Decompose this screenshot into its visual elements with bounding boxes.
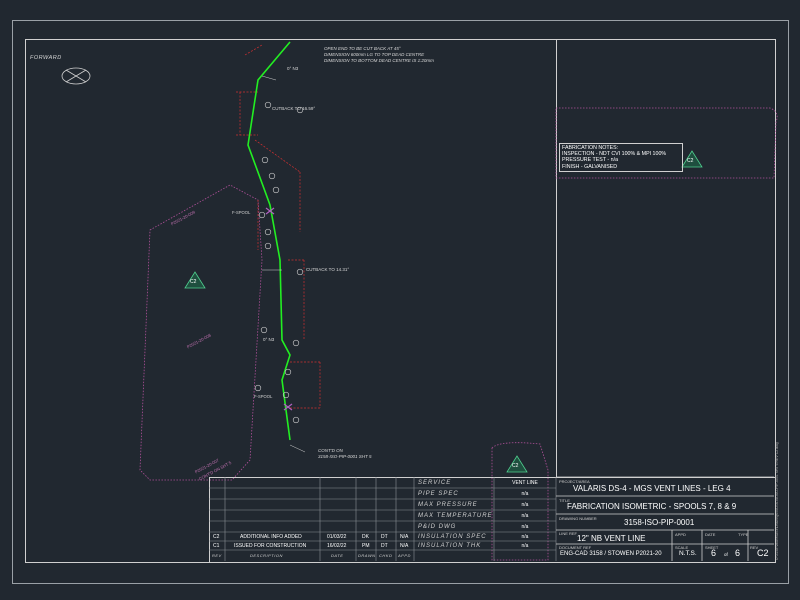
service-label-pipe-spec: PIPE SPEC	[418, 491, 459, 497]
service-value-insulation-thk: n/a	[521, 543, 529, 549]
rev-row-1-chkd: DT	[381, 534, 388, 540]
rev-row-1-appd: N/A	[400, 534, 409, 540]
rev-header-date: DATE	[331, 553, 344, 558]
type-label: TYPE	[738, 532, 749, 537]
rev-header-drawn: DRAWN	[358, 553, 376, 558]
rev-row-2-drawn: PM	[362, 543, 370, 549]
rev-header-rev: REV	[212, 553, 222, 558]
service-value-pipe-spec: n/a	[521, 491, 529, 497]
sheet-of: of	[724, 552, 728, 557]
drawing-number-label: DRAWING NUMBER	[559, 516, 597, 521]
rev-row-1-drawn: DK	[362, 534, 369, 540]
doc-ref: ENG-CAD 3158 / STOWEN P2021-20	[560, 551, 662, 557]
service-label-insulation-thk: INSULATION THK	[418, 543, 482, 549]
rev-row-1-date: 01/03/22	[327, 534, 347, 540]
service-label-insulation-spec: INSULATION SPEC	[418, 534, 487, 540]
drawing-number: 3158-ISO-PIP-0001	[624, 518, 695, 527]
service-value-insulation-spec: n/a	[521, 534, 529, 540]
service-value-max-pressure: n/a	[521, 502, 529, 508]
service-label-max-temperature: MAX TEMPERATURE	[418, 513, 493, 519]
rev-row-1-desc: ADDITIONAL INFO ADDED	[240, 534, 302, 540]
service-value-max-temperature: n/a	[521, 513, 529, 519]
rev-row-2-appd: N/A	[400, 543, 409, 549]
line-ref-label: LINE REF	[559, 531, 578, 536]
sheet-total: 6	[735, 548, 741, 558]
scale-value: N.T.S.	[679, 550, 697, 557]
rev-header-description: DESCRIPTION	[250, 553, 283, 558]
rev-header-chkd: CHKD	[379, 553, 393, 558]
service-value-pid-dwg: n/a	[521, 524, 529, 530]
service-label-service: SERVICE	[418, 480, 452, 486]
line-ref: 12" NB VENT LINE	[577, 534, 646, 543]
appd-label: APPD	[675, 532, 686, 537]
doc-ref-label: DOCUMENT REF	[559, 545, 592, 550]
service-header-value: VENT LINE	[512, 480, 538, 486]
rev-row-2-chkd: DT	[381, 543, 388, 549]
service-label-max-pressure: MAX PRESSURE	[418, 502, 478, 508]
rev-row-1-rev: C2	[213, 534, 220, 540]
rev-row-2-date: 16/02/22	[327, 543, 347, 549]
rev-row-2-rev: C1	[213, 543, 220, 549]
drawing-title: FABRICATION ISOMETRIC - SPOOLS 7, 8 & 9	[567, 502, 737, 511]
sheet-number: 6	[711, 548, 717, 558]
service-label-pid-dwg: P&ID DWG	[418, 524, 457, 530]
rev-value: C2	[757, 548, 769, 558]
rev-header-appd: APPD	[398, 553, 411, 558]
rev-row-2-desc: ISSUED FOR CONSTRUCTION	[234, 543, 307, 549]
project-title: VALARIS DS-4 - MGS VENT LINES - LEG 4	[573, 484, 731, 493]
date-label: DATE	[705, 532, 716, 537]
